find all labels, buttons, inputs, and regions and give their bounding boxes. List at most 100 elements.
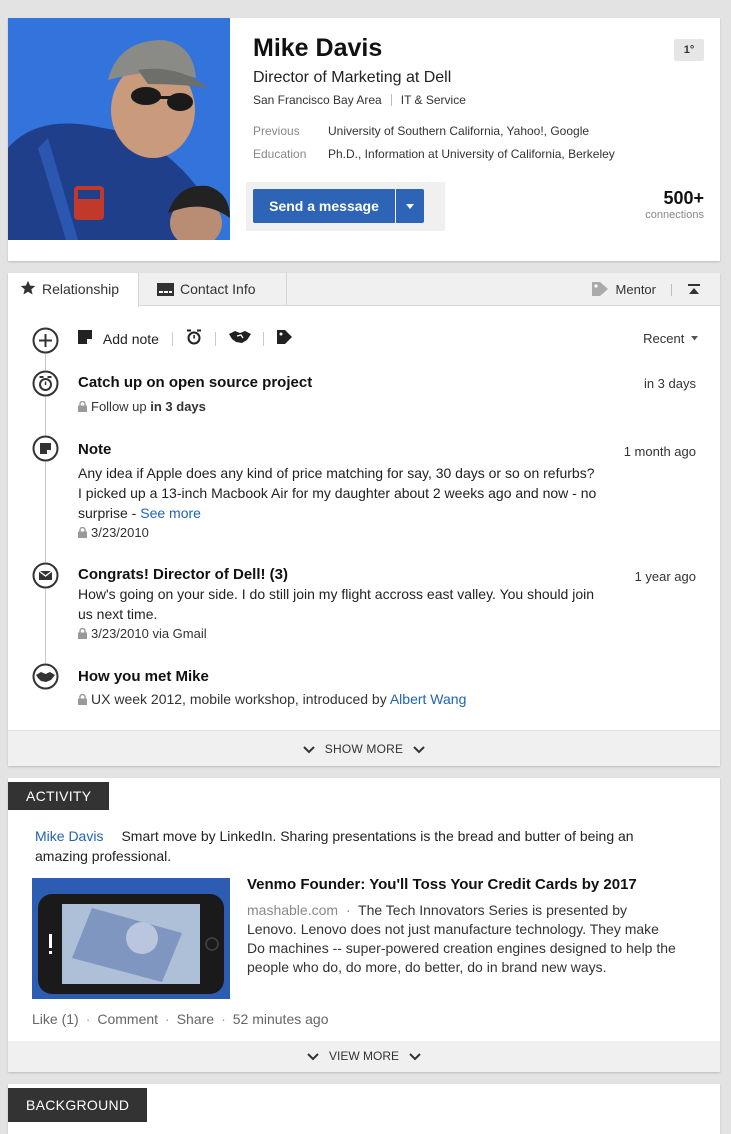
how-met-text: UX week 2012, mobile workshop, introduce… <box>91 691 390 707</box>
tag-dark-icon[interactable] <box>277 330 293 347</box>
previous-value[interactable]: University of Southern California, Yahoo… <box>328 124 589 138</box>
post-time: 52 minutes ago <box>232 1011 329 1027</box>
timeline-item-title[interactable]: Catch up on open source project <box>78 374 312 391</box>
timeline-item-time: 1 year ago <box>634 569 696 584</box>
contact-card-icon <box>157 275 174 308</box>
post-text: Smart move by LinkedIn. Sharing presenta… <box>35 828 634 864</box>
activity-card: ACTIVITY Mike Davis Smart move by LinkedI… <box>8 778 720 1072</box>
like-button[interactable]: Like (1) <box>32 1011 79 1027</box>
alarm-clock-icon <box>32 370 59 397</box>
how-you-met-handshake-icon[interactable] <box>228 330 251 347</box>
tag-mentor[interactable]: Mentor <box>591 273 656 308</box>
sort-dropdown[interactable]: Recent <box>643 331 698 346</box>
education-label: Education <box>253 147 307 161</box>
lock-icon <box>78 692 87 708</box>
show-more-label: SHOW MORE <box>324 742 404 756</box>
education-value[interactable]: Ph.D., Information at University of Cali… <box>328 147 615 161</box>
quick-actions: Add note <box>78 329 293 351</box>
previous-label: Previous <box>253 124 300 138</box>
profile-name: Mike Davis <box>253 34 383 62</box>
followup-due: in 3 days <box>150 399 206 414</box>
action-divider <box>214 331 216 346</box>
article-description: mashable.com · The Tech Innovators Serie… <box>247 901 677 977</box>
chevron-down-icon <box>413 732 425 768</box>
activity-actions: Like (1) · Comment · Share · 52 minutes ago <box>32 1011 328 1027</box>
note-date: 3/23/2010 <box>91 525 149 540</box>
handshake-icon <box>32 663 59 690</box>
tag-mentor-label: Mentor <box>615 282 656 297</box>
message-date: 3/23/2010 via Gmail <box>91 626 207 641</box>
timeline-item-time: 1 month ago <box>623 444 696 459</box>
education-row: Education Ph.D., Information at Universit… <box>253 147 615 161</box>
profile-location[interactable]: San Francisco Bay Area <box>253 93 382 107</box>
chevron-down-icon <box>409 1042 421 1073</box>
timeline-item-title[interactable]: How you met Mike <box>78 668 209 685</box>
timeline-item-title[interactable]: Note <box>78 441 111 458</box>
article-title[interactable]: Venmo Founder: You'll Toss Your Credit C… <box>247 876 637 893</box>
send-message-group: Send a message <box>246 182 445 231</box>
profile-photo-image <box>8 18 230 240</box>
envelope-icon <box>32 562 59 589</box>
note-circle-icon <box>32 435 59 462</box>
connection-degree-badge: 1° <box>674 39 704 61</box>
followup-prefix: Follow up <box>91 399 151 414</box>
activity-section-label: ACTIVITY <box>8 782 110 810</box>
relationship-tabs: Relationship Contact Info Mentor <box>8 273 720 308</box>
how-met-detail: UX week 2012, mobile workshop, introduce… <box>78 691 466 708</box>
meta-divider <box>390 94 392 106</box>
background-card: BACKGROUND <box>8 1084 720 1134</box>
action-dot: · <box>165 1011 170 1027</box>
timeline-item-sub: Follow up in 3 days <box>78 399 206 415</box>
activity-post-text: Mike Davis Smart move by LinkedIn. Sharin… <box>35 826 685 866</box>
view-more-button[interactable]: VIEW MORE <box>8 1041 720 1072</box>
relationship-card: Relationship Contact Info Mentor Add not… <box>8 273 720 766</box>
sort-label: Recent <box>643 331 685 346</box>
lock-icon <box>78 627 87 642</box>
tab-contact-info-label: Contact Info <box>180 281 256 297</box>
profile-headline: Director of Marketing at Dell <box>253 69 452 86</box>
connections-label: connections <box>645 209 704 221</box>
profile-meta: San Francisco Bay Area IT & Service <box>253 93 466 107</box>
tab-relationship-label: Relationship <box>42 281 120 297</box>
star-icon <box>20 275 36 308</box>
profile-photo[interactable] <box>8 18 230 240</box>
timeline-item-title[interactable]: Congrats! Director of Dell! (3) <box>78 566 288 583</box>
background-section-label: BACKGROUND <box>8 1088 148 1122</box>
message-date-row: 3/23/2010 via Gmail <box>78 626 207 642</box>
post-author-link[interactable]: Mike Davis <box>35 828 103 844</box>
message-body: How's going on your side. I do still joi… <box>78 586 595 622</box>
previous-row: Previous University of Southern Californi… <box>253 124 589 138</box>
add-icon[interactable] <box>32 327 59 354</box>
chevron-down-icon <box>303 732 315 768</box>
tab-relationship[interactable]: Relationship <box>8 273 139 307</box>
phone-image <box>32 878 230 999</box>
article-source[interactable]: mashable.com <box>247 902 338 918</box>
tab-divider <box>671 284 672 296</box>
action-dot: · <box>85 1011 91 1027</box>
tab-contact-info[interactable]: Contact Info <box>139 273 287 306</box>
note-date-row: 3/23/2010 <box>78 525 149 541</box>
show-more-button[interactable]: SHOW MORE <box>8 730 720 766</box>
action-divider <box>263 331 265 346</box>
tag-icon <box>591 275 608 308</box>
lock-icon <box>78 400 87 415</box>
chevron-down-icon <box>688 331 698 346</box>
reminder-alarm-icon[interactable] <box>186 329 202 348</box>
see-more-link[interactable]: See more <box>140 505 201 521</box>
chevron-down-icon <box>307 1042 319 1073</box>
send-message-dropdown-icon[interactable] <box>396 189 424 223</box>
send-message-button[interactable]: Send a message <box>253 189 395 223</box>
note-icon <box>78 330 92 347</box>
article-thumbnail[interactable] <box>32 878 230 999</box>
profile-industry[interactable]: IT & Service <box>401 93 466 107</box>
add-note-button[interactable]: Add note <box>103 331 159 347</box>
view-more-label: VIEW MORE <box>328 1049 399 1063</box>
connections-count: 500+ <box>663 188 704 208</box>
share-button[interactable]: Share <box>177 1011 214 1027</box>
note-body: Any idea if Apple does any kind of price… <box>78 463 598 523</box>
collapse-icon[interactable] <box>688 283 700 301</box>
introducer-link[interactable]: Albert Wang <box>390 691 467 707</box>
comment-button[interactable]: Comment <box>97 1011 158 1027</box>
profile-card: Mike Davis 1° Director of Marketing at D… <box>8 18 720 261</box>
action-divider <box>171 331 173 346</box>
